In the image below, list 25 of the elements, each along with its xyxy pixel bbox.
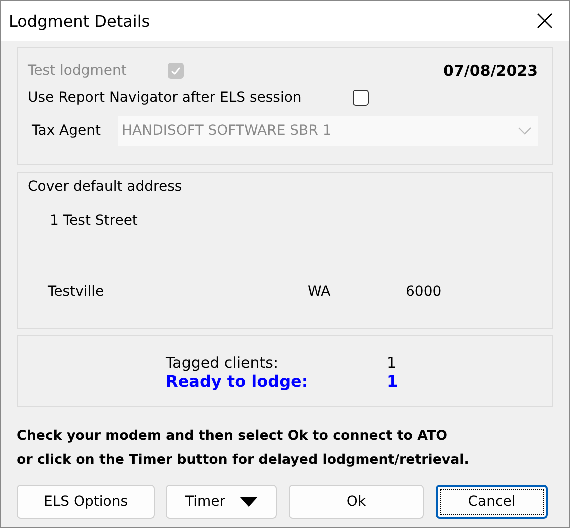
caret-icon [240, 497, 258, 507]
suburb-text: Testville [48, 284, 106, 300]
close-icon[interactable] [537, 13, 553, 29]
ready-to-lodge-label: Ready to lodge: [166, 372, 310, 390]
window-title: Lodgment Details [9, 12, 150, 30]
chevron-down-icon [518, 127, 532, 135]
tagged-clients-label: Tagged clients: [166, 354, 280, 372]
test-lodgment-label: Test lodgment [28, 63, 128, 79]
report-navigator-label: Use Report Navigator after ELS session [28, 90, 303, 106]
ready-to-lodge-count: 1 [387, 372, 398, 390]
tax-agent-label: Tax Agent [32, 123, 102, 139]
street-text: 1 Test Street [50, 213, 138, 229]
instruction-text: Check your modem and then select Ok to connect to ATO [17, 428, 448, 446]
report-navigator-checkbox[interactable] [353, 90, 369, 106]
dialog-button[interactable]: Cancel [436, 485, 548, 519]
dialog-button[interactable]: ELS Options [17, 485, 155, 519]
postcode-text: 6000 [406, 284, 442, 300]
instruction-text: or click on the Timer button for delayed lodgment/retrieval. [17, 452, 470, 470]
address-heading: Cover default address [28, 179, 182, 195]
check-icon [170, 65, 182, 77]
dropdown-button[interactable]: Timer [166, 485, 277, 519]
dialog-button[interactable]: Ok [289, 485, 424, 519]
state-text: WA [308, 284, 332, 300]
lodgment-date: 07/08/2023 [444, 62, 538, 80]
tagged-clients-count: 1 [387, 354, 397, 372]
